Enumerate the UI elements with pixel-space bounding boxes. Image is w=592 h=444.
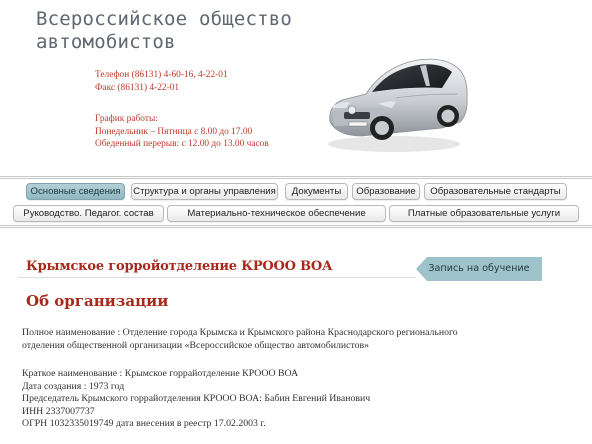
inn-number: ИНН 2337007737	[22, 405, 95, 417]
nav-standards[interactable]: Образовательные стандарты	[424, 183, 567, 200]
page-subtitle: Крымское горройотделение КРООО ВОА	[26, 259, 333, 274]
fax-text: Факс (86131) 4-22-01	[95, 82, 180, 93]
site-header: Всероссийское общество автомобистов Теле…	[0, 0, 592, 178]
organization-info: Полное наименование : Отделение города К…	[22, 327, 582, 431]
chairman: Председатель Крымского горрайотделения К…	[22, 393, 371, 404]
phone-text: Телефон (86131) 4-60-16, 4-22-01	[95, 70, 228, 80]
apply-for-training-button[interactable]: Запись на обучение	[416, 257, 542, 281]
creation-date: Дата создания : 1973 год	[22, 380, 125, 392]
nav-staff[interactable]: Руководство. Педагог. состав	[13, 205, 164, 222]
nav-facilities[interactable]: Материально-техническое обеспечение	[167, 205, 386, 222]
nav-main-info[interactable]: Основные сведения	[26, 183, 125, 200]
car-image	[328, 58, 468, 152]
site-title: Всероссийское общество автомобистов	[36, 8, 292, 54]
full-name-line1: Полное наименование : Отделение города К…	[22, 327, 458, 338]
site-title-line1: Всероссийское общество	[36, 8, 293, 30]
nav-documents[interactable]: Документы	[285, 183, 348, 200]
nav-structure[interactable]: Структура и органы управления	[131, 183, 278, 200]
lunch-break: Обеденный перерыв: с 12.00 до 13.00 часо…	[95, 139, 269, 149]
site-title-line2: автомобистов	[36, 31, 176, 53]
contact-info: Телефон (86131) 4-60-16, 4-22-01 Факс (8…	[95, 69, 269, 151]
full-name-line2: отделения общественной организации «Всер…	[22, 339, 370, 351]
schedule-hours: Понедельник – Пятница с 8.00 до 17.00	[95, 126, 253, 137]
schedule-label: График работы:	[95, 114, 158, 124]
nav-education[interactable]: Образование	[352, 183, 420, 200]
ogrn-number: ОГРН 1032335019749 дата внесения в реест…	[22, 418, 266, 429]
about-heading: Об организации	[26, 292, 169, 310]
short-name: Краткое наименование : Крымское горрайот…	[22, 368, 299, 379]
nav-paid-services[interactable]: Платные образовательные услуги	[389, 205, 579, 222]
